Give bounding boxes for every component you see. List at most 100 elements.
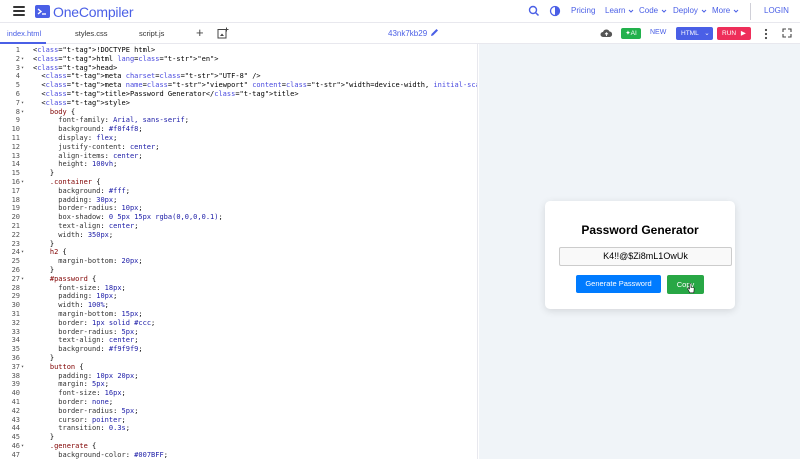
- code-line[interactable]: 16 ▾ .container {: [0, 178, 477, 187]
- password-field[interactable]: K4!!@$Zi8mL1OwUk: [559, 247, 732, 266]
- code-text: margin-bottom: 15px;: [58, 310, 143, 318]
- code-line[interactable]: 44 transition: 0.3s;: [0, 424, 477, 433]
- code-line[interactable]: 37 ▾ button {: [0, 363, 477, 372]
- tab-styles-css[interactable]: styles.css: [75, 29, 108, 38]
- onecompiler-logo[interactable]: OneCompiler: [35, 3, 133, 20]
- top-navbar: OneCompiler Pricing Learn Code Deploy Mo…: [0, 0, 800, 23]
- code-line[interactable]: 5 <class="t-tag">meta name=class="t-str"…: [0, 81, 477, 90]
- tab-index-html[interactable]: index.html: [7, 29, 41, 38]
- line-number: 42: [11, 406, 20, 415]
- code-line[interactable]: 36 }: [0, 354, 477, 363]
- code-line[interactable]: 18 padding: 30px;: [0, 196, 477, 205]
- code-line[interactable]: 25 margin-bottom: 20px;: [0, 257, 477, 266]
- code-text: display: flex;: [58, 134, 118, 142]
- code-line[interactable]: 15 }: [0, 169, 477, 178]
- code-line[interactable]: 46 ▾ .generate {: [0, 442, 477, 451]
- nav-code[interactable]: Code: [639, 6, 667, 15]
- theme-toggle-icon[interactable]: [549, 5, 561, 17]
- code-line[interactable]: 4 <class="t-tag">meta charset=class="t-s…: [0, 72, 477, 81]
- code-line[interactable]: 1 <class="t-tag">!DOCTYPE html>: [0, 46, 477, 55]
- fold-arrow-icon[interactable]: ▾: [21, 442, 24, 451]
- fold-arrow-icon[interactable]: ▾: [21, 99, 24, 108]
- code-line[interactable]: 20 box-shadow: 0 5px 15px rgba(0,0,0,0.1…: [0, 213, 477, 222]
- code-line[interactable]: 24 ▾ h2 {: [0, 248, 477, 257]
- code-line[interactable]: 21 text-align: center;: [0, 222, 477, 231]
- line-number: 13: [11, 151, 20, 160]
- fold-arrow-icon[interactable]: ▾: [21, 275, 24, 284]
- code-line[interactable]: 40 font-size: 16px;: [0, 389, 477, 398]
- code-line[interactable]: 29 padding: 10px;: [0, 292, 477, 301]
- code-line[interactable]: 42 border-radius: 5px;: [0, 406, 477, 416]
- nav-more[interactable]: More: [712, 6, 739, 15]
- code-text: text-align: center;: [58, 336, 139, 345]
- nav-learn[interactable]: Learn: [605, 6, 634, 15]
- code-line[interactable]: 3 ▾ <class="t-tag">head>: [0, 64, 477, 73]
- code-line[interactable]: 47 background-color: #007BFF;: [0, 451, 477, 459]
- code-line[interactable]: 7 ▾ <class="t-tag">style>: [0, 99, 477, 108]
- code-line[interactable]: 39 margin: 5px;: [0, 380, 477, 389]
- code-text: margin: 5px;: [58, 380, 109, 389]
- pencil-icon[interactable]: [430, 28, 439, 37]
- search-icon[interactable]: [528, 5, 540, 17]
- cloud-upload-icon[interactable]: [600, 28, 613, 39]
- code-line[interactable]: 32 border: 1px solid #ccc;: [0, 319, 477, 328]
- code-editor[interactable]: 1 <class="t-tag">!DOCTYPE html> 2 ▾ <class="…: [0, 44, 478, 459]
- code-line[interactable]: 11 display: flex;: [0, 134, 477, 143]
- add-tab-plus-icon[interactable]: +: [196, 26, 204, 40]
- run-button[interactable]: RUN ▶: [717, 27, 751, 40]
- code-text: align-items: center;: [58, 151, 143, 160]
- line-number: 22: [11, 230, 20, 239]
- ai-button[interactable]: ✦AI: [621, 28, 641, 39]
- code-line[interactable]: 13 align-items: center;: [0, 151, 477, 161]
- line-number: 33: [11, 327, 20, 336]
- code-line[interactable]: 31 margin-bottom: 15px;: [0, 310, 477, 319]
- fold-arrow-icon[interactable]: ▾: [21, 108, 24, 117]
- code-text: text-align: center;: [58, 222, 139, 230]
- line-number: 35: [11, 345, 20, 354]
- nav-pricing[interactable]: Pricing: [571, 6, 595, 15]
- generate-password-button[interactable]: Generate Password: [576, 275, 661, 293]
- hamburger-menu-icon[interactable]: [13, 6, 25, 16]
- line-number: 45: [11, 433, 20, 442]
- code-line[interactable]: 6 <class="t-tag">title>Password Generato…: [0, 90, 477, 99]
- language-select-button[interactable]: HTML ⌄: [676, 27, 713, 40]
- code-line[interactable]: 22 width: 350px;: [0, 230, 477, 240]
- code-line[interactable]: 17 background: #fff;: [0, 187, 477, 196]
- fold-arrow-icon[interactable]: ▾: [21, 178, 24, 187]
- code-line[interactable]: 14 height: 100vh;: [0, 160, 477, 169]
- fullscreen-icon[interactable]: [782, 28, 792, 38]
- code-line[interactable]: 43 cursor: pointer;: [0, 416, 477, 425]
- code-line[interactable]: 35 background: #f9f9f9;: [0, 345, 477, 354]
- code-text: border-radius: 5px;: [58, 327, 139, 336]
- new-button[interactable]: NEW: [650, 29, 666, 36]
- code-line[interactable]: 19 border-radius: 10px;: [0, 204, 477, 213]
- code-text: font-size: 18px;: [58, 283, 126, 292]
- fold-arrow-icon[interactable]: ▾: [21, 64, 24, 73]
- code-line[interactable]: 34 text-align: center;: [0, 336, 477, 345]
- code-line[interactable]: 26 }: [0, 266, 477, 275]
- code-line[interactable]: 23 }: [0, 240, 477, 249]
- nav-deploy[interactable]: Deploy: [673, 6, 707, 15]
- code-line[interactable]: 38 padding: 10px 20px;: [0, 372, 477, 381]
- code-line[interactable]: 8 ▾ body {: [0, 108, 477, 117]
- code-line[interactable]: 33 border-radius: 5px;: [0, 327, 477, 337]
- line-number: 30: [11, 301, 20, 310]
- code-line[interactable]: 12 justify-content: center;: [0, 143, 477, 152]
- tab-script-js[interactable]: script.js: [139, 29, 164, 38]
- fold-arrow-icon[interactable]: ▾: [21, 363, 24, 372]
- code-line[interactable]: 10 background: #f0f4f8;: [0, 125, 477, 134]
- fold-arrow-icon[interactable]: ▾: [21, 248, 24, 257]
- code-line[interactable]: 30 width: 100%;: [0, 301, 477, 310]
- upload-file-icon[interactable]: [217, 27, 229, 39]
- code-line[interactable]: 27 ▾ #password {: [0, 275, 477, 284]
- login-link[interactable]: LOGIN: [764, 6, 789, 15]
- more-vertical-icon[interactable]: [764, 28, 768, 40]
- code-line[interactable]: 28 font-size: 18px;: [0, 283, 477, 293]
- copy-button[interactable]: Copy: [667, 275, 704, 294]
- code-line[interactable]: 41 border: none;: [0, 398, 477, 407]
- code-line[interactable]: 2 ▾ <class="t-tag">html lang=class="t-str"…: [0, 55, 477, 64]
- code-line[interactable]: 9 font-family: Arial, sans-serif;: [0, 116, 477, 125]
- code-line[interactable]: 45 }: [0, 433, 477, 442]
- fold-arrow-icon[interactable]: ▾: [21, 55, 24, 64]
- code-text: <class="t-tag">!DOCTYPE html>: [33, 46, 156, 54]
